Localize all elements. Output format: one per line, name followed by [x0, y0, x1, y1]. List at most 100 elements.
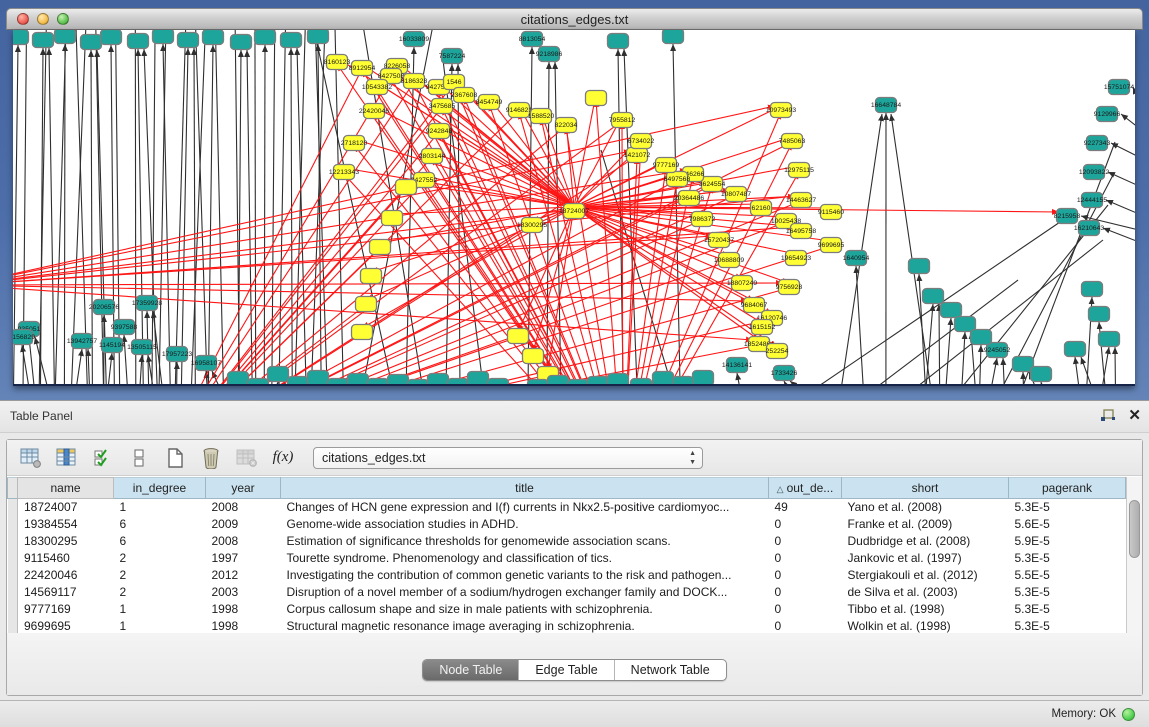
table-cell[interactable]: 22420046 [18, 567, 114, 584]
column-checklist-icon[interactable] [91, 446, 115, 470]
column-header-in_degree[interactable]: in_degree [114, 478, 206, 499]
network-node[interactable] [663, 30, 684, 44]
network-node[interactable] [909, 259, 930, 274]
toggle-column-icon[interactable] [55, 446, 79, 470]
trash-icon[interactable] [199, 446, 223, 470]
network-node[interactable] [548, 376, 569, 387]
table-cell[interactable]: 1997 [206, 550, 281, 567]
table-cell[interactable]: 1 [114, 601, 206, 618]
network-node[interactable] [382, 211, 403, 226]
table-cell[interactable]: 1998 [206, 618, 281, 634]
table-cell[interactable]: Jankovic et al. (1997) [842, 550, 1009, 567]
network-node[interactable] [568, 380, 589, 387]
table-cell[interactable]: 6 [114, 533, 206, 550]
network-node[interactable] [653, 372, 674, 387]
network-node[interactable] [281, 33, 302, 48]
network-node[interactable] [328, 379, 349, 387]
network-node[interactable] [448, 379, 469, 387]
table-cell[interactable]: 2 [114, 550, 206, 567]
table-cell[interactable]: 9777169 [18, 601, 114, 618]
network-node[interactable] [81, 35, 102, 50]
network-node[interactable] [308, 371, 329, 386]
table-row[interactable]: 1872400712008Changes of HCN gene express… [8, 499, 1126, 516]
network-node[interactable] [268, 367, 289, 382]
network-node[interactable] [33, 33, 54, 48]
table-cell[interactable]: Yano et al. (2008) [842, 499, 1009, 516]
network-node[interactable] [693, 371, 714, 386]
network-node[interactable] [55, 30, 76, 44]
network-node[interactable] [1065, 342, 1086, 357]
network-node[interactable] [231, 35, 252, 50]
table-row[interactable]: 969969511998Structural magnetic resonanc… [8, 618, 1126, 634]
table-cell[interactable]: 5.3E-5 [1009, 550, 1126, 567]
network-node[interactable] [523, 349, 544, 364]
network-node[interactable] [488, 379, 509, 387]
network-node[interactable] [1031, 367, 1052, 382]
column-header-pagerank[interactable]: pagerank [1009, 478, 1126, 499]
table-cell[interactable]: Wolkin et al. (1998) [842, 618, 1009, 634]
table-row[interactable]: 977716911998Corpus callosum shape and si… [8, 601, 1126, 618]
table-cell[interactable]: 14569117 [18, 584, 114, 601]
network-node[interactable] [288, 377, 309, 387]
table-cell[interactable]: 0 [769, 550, 842, 567]
table-cell[interactable]: 5.9E-5 [1009, 533, 1126, 550]
float-panel-icon[interactable] [1100, 409, 1116, 423]
network-node[interactable] [586, 91, 607, 106]
table-cell[interactable]: 2008 [206, 533, 281, 550]
network-node[interactable] [352, 325, 373, 340]
network-node[interactable] [923, 289, 944, 304]
network-node[interactable] [128, 34, 149, 49]
network-node[interactable] [588, 377, 609, 387]
tab-edge-table[interactable]: Edge Table [518, 660, 613, 680]
table-cell[interactable]: 0 [769, 601, 842, 618]
table-cell[interactable]: Estimation of significance thresholds fo… [281, 533, 769, 550]
table-cell[interactable]: 5.5E-5 [1009, 567, 1126, 584]
table-cell[interactable]: Tourette syndrome. Phenomenology and cla… [281, 550, 769, 567]
table-cell[interactable]: Structural magnetic resonance image aver… [281, 618, 769, 634]
network-node[interactable] [361, 269, 382, 284]
network-node[interactable] [13, 30, 29, 45]
table-cell[interactable]: 6 [114, 516, 206, 533]
table-cell[interactable]: 5.3E-5 [1009, 584, 1126, 601]
network-node[interactable] [388, 375, 409, 387]
network-node[interactable] [203, 30, 224, 45]
table-cell[interactable]: 0 [769, 533, 842, 550]
table-cell[interactable]: Dudbridge et al. (2008) [842, 533, 1009, 550]
network-node[interactable] [153, 30, 174, 44]
network-node[interactable] [608, 374, 629, 387]
table-cell[interactable]: 2003 [206, 584, 281, 601]
table-cell[interactable]: Franke et al. (2009) [842, 516, 1009, 533]
function-builder-icon[interactable]: f(x) [271, 446, 295, 470]
tab-node-table[interactable]: Node Table [423, 660, 518, 680]
table-cell[interactable]: 2 [114, 584, 206, 601]
network-window-titlebar[interactable]: citations_edges.txt [6, 8, 1143, 30]
table-row[interactable]: 911546021997Tourette syndrome. Phenomeno… [8, 550, 1126, 567]
table-cell[interactable]: 9699695 [18, 618, 114, 634]
table-cell[interactable]: 2 [114, 567, 206, 584]
tab-network-table[interactable]: Network Table [614, 660, 726, 680]
table-cell[interactable]: 5.3E-5 [1009, 618, 1126, 634]
table-cell[interactable]: 2009 [206, 516, 281, 533]
table-cell[interactable]: 0 [769, 584, 842, 601]
table-cell[interactable]: 5.6E-5 [1009, 516, 1126, 533]
column-header-title[interactable]: title [281, 478, 769, 499]
network-node[interactable] [528, 380, 549, 387]
table-cell[interactable]: 1998 [206, 601, 281, 618]
network-node[interactable] [428, 374, 449, 387]
close-icon[interactable]: ✕ [1128, 407, 1141, 425]
network-node[interactable] [368, 379, 389, 387]
table-cell[interactable]: 5.3E-5 [1009, 601, 1126, 618]
network-node[interactable] [248, 379, 269, 387]
table-cell[interactable]: 0 [769, 618, 842, 634]
column-header-name[interactable]: name [18, 478, 114, 499]
table-cell[interactable]: 1 [114, 618, 206, 634]
table-cell[interactable]: Genome-wide association studies in ADHD. [281, 516, 769, 533]
network-node[interactable] [1089, 307, 1110, 322]
network-node[interactable] [941, 303, 962, 318]
table-cell[interactable]: 19384554 [18, 516, 114, 533]
table-cell[interactable]: 2012 [206, 567, 281, 584]
row-view-icon[interactable] [127, 446, 151, 470]
table-row[interactable]: 1938455462009Genome-wide association stu… [8, 516, 1126, 533]
network-node[interactable] [631, 379, 652, 387]
table-row[interactable]: 2242004622012Investigating the contribut… [8, 567, 1126, 584]
